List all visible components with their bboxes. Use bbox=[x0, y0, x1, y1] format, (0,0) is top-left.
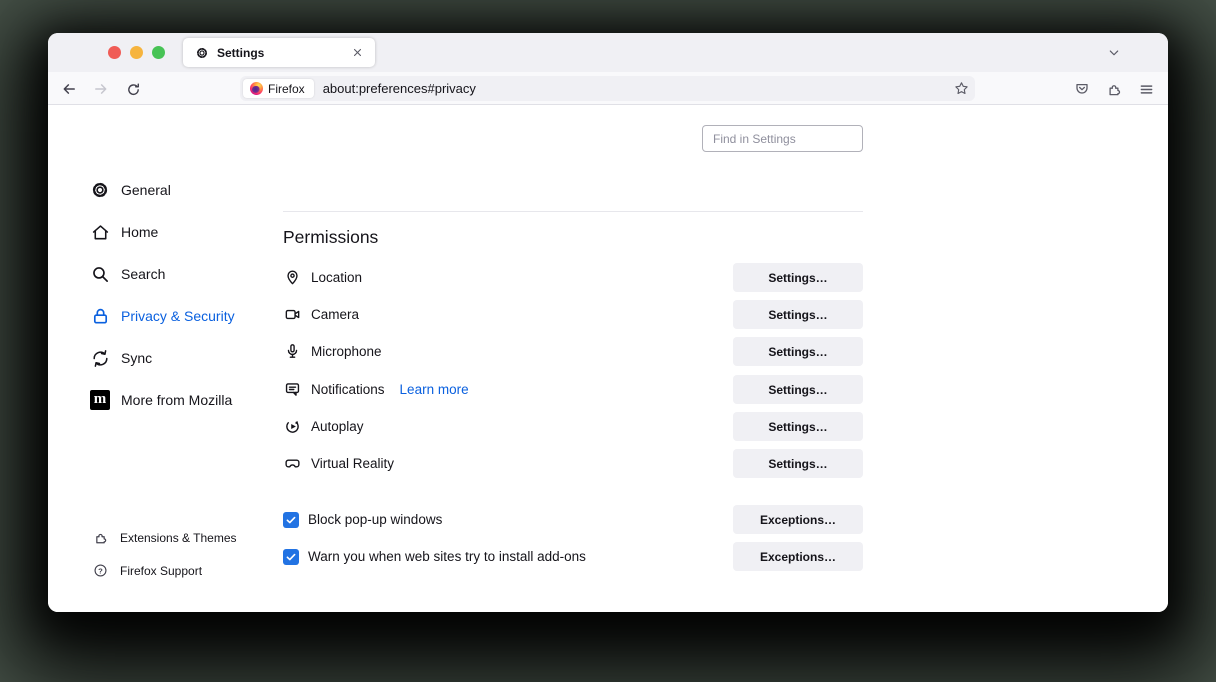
sidebar-item-search[interactable]: Search bbox=[90, 253, 290, 295]
permission-row-notifications: Notifications Learn more Settings… bbox=[283, 375, 863, 404]
sidebar-item-extensions-themes[interactable]: Extensions & Themes bbox=[92, 521, 302, 554]
tab-bar: Settings bbox=[48, 33, 1168, 72]
sidebar-item-label: More from Mozilla bbox=[121, 392, 232, 408]
close-icon[interactable] bbox=[347, 43, 367, 63]
permissions-panel: Permissions Location Settings… bbox=[283, 105, 863, 612]
question-icon: ? bbox=[92, 563, 108, 579]
sidebar-item-privacy-security[interactable]: Privacy & Security bbox=[90, 295, 290, 337]
browser-window: Settings bbox=[48, 33, 1168, 612]
sidebar-item-label: Sync bbox=[121, 350, 152, 366]
search-icon bbox=[90, 264, 110, 284]
camera-settings-button[interactable]: Settings… bbox=[733, 300, 863, 329]
mozilla-icon: m bbox=[90, 390, 110, 410]
window-minimize-button[interactable] bbox=[130, 46, 143, 59]
home-icon bbox=[90, 222, 110, 242]
gear-icon bbox=[195, 46, 209, 60]
permission-row-microphone: Microphone Settings… bbox=[283, 337, 863, 366]
new-tab-button[interactable] bbox=[381, 40, 407, 66]
sidebar-item-firefox-support[interactable]: ? Firefox Support bbox=[92, 554, 302, 587]
popup-exceptions-button[interactable]: Exceptions… bbox=[733, 505, 863, 534]
lock-icon bbox=[90, 306, 110, 326]
permission-label: Autoplay bbox=[311, 419, 364, 434]
permission-row-location: Location Settings… bbox=[283, 263, 863, 292]
location-icon bbox=[283, 269, 301, 287]
microphone-settings-button[interactable]: Settings… bbox=[733, 337, 863, 366]
puzzle-icon bbox=[1106, 81, 1122, 97]
settings-page: General Home bbox=[48, 105, 1168, 612]
location-settings-button[interactable]: Settings… bbox=[733, 263, 863, 292]
forward-arrow-icon bbox=[93, 81, 109, 97]
notifications-settings-button[interactable]: Settings… bbox=[733, 375, 863, 404]
gear-icon bbox=[90, 180, 110, 200]
sidebar-item-label: Home bbox=[121, 224, 158, 240]
section-divider bbox=[283, 211, 863, 212]
sidebar-item-general[interactable]: General bbox=[90, 169, 290, 211]
sidebar-footer-label: Extensions & Themes bbox=[120, 531, 237, 545]
forward-button[interactable] bbox=[87, 75, 115, 103]
sidebar-item-label: Privacy & Security bbox=[121, 308, 235, 324]
permission-label: Location bbox=[311, 270, 362, 285]
microphone-icon bbox=[283, 343, 301, 361]
extensions-button[interactable] bbox=[1100, 75, 1128, 103]
autoplay-icon bbox=[283, 418, 301, 436]
checkbox-label[interactable]: Block pop-up windows bbox=[308, 512, 442, 527]
svg-text:?: ? bbox=[98, 566, 103, 575]
sidebar-item-label: Search bbox=[121, 266, 165, 282]
hamburger-icon bbox=[1139, 82, 1154, 97]
url-text[interactable]: about:preferences#privacy bbox=[323, 81, 949, 96]
sidebar-footer: Extensions & Themes ? Firefox Support bbox=[92, 521, 302, 587]
sync-icon bbox=[90, 348, 110, 368]
sidebar-item-home[interactable]: Home bbox=[90, 211, 290, 253]
window-zoom-button[interactable] bbox=[152, 46, 165, 59]
section-title: Permissions bbox=[283, 227, 378, 248]
desktop-backdrop: Settings bbox=[0, 0, 1216, 682]
addon-warning-row: Warn you when web sites try to install a… bbox=[283, 542, 863, 571]
reload-button[interactable] bbox=[119, 75, 147, 103]
virtual-reality-settings-button[interactable]: Settings… bbox=[733, 449, 863, 478]
chevron-down-icon bbox=[1107, 46, 1121, 60]
permission-row-camera: Camera Settings… bbox=[283, 300, 863, 329]
sidebar-footer-label: Firefox Support bbox=[120, 564, 202, 578]
popup-blocker-row: Block pop-up windows Exceptions… bbox=[283, 505, 863, 534]
block-popups-checkbox[interactable] bbox=[283, 512, 299, 528]
permission-label: Notifications bbox=[311, 382, 385, 397]
autoplay-settings-button[interactable]: Settings… bbox=[733, 412, 863, 441]
app-menu-button[interactable] bbox=[1132, 75, 1160, 103]
sidebar-item-more-from-mozilla[interactable]: m More from Mozilla bbox=[90, 379, 290, 421]
pocket-button[interactable] bbox=[1068, 75, 1096, 103]
vr-headset-icon bbox=[283, 455, 301, 473]
site-identity-chip[interactable]: Firefox bbox=[243, 79, 314, 98]
firefox-icon bbox=[250, 82, 263, 95]
back-arrow-icon bbox=[61, 81, 77, 97]
sidebar-item-sync[interactable]: Sync bbox=[90, 337, 290, 379]
list-all-tabs-button[interactable] bbox=[1101, 40, 1127, 66]
notification-icon bbox=[283, 381, 301, 399]
permission-row-virtual-reality: Virtual Reality Settings… bbox=[283, 449, 863, 478]
star-icon bbox=[954, 81, 969, 96]
bookmark-star-button[interactable] bbox=[949, 77, 973, 101]
permission-label: Microphone bbox=[311, 344, 382, 359]
tab-settings[interactable]: Settings bbox=[183, 38, 375, 67]
reload-icon bbox=[126, 82, 141, 97]
permission-row-autoplay: Autoplay Settings… bbox=[283, 412, 863, 441]
checkmark-icon bbox=[285, 551, 297, 563]
settings-sidebar: General Home bbox=[90, 169, 290, 421]
permission-label: Virtual Reality bbox=[311, 456, 394, 471]
navigation-toolbar: Firefox about:preferences#privacy bbox=[48, 72, 1168, 105]
sidebar-item-label: General bbox=[121, 182, 171, 198]
pocket-icon bbox=[1074, 81, 1090, 97]
permission-label: Camera bbox=[311, 307, 359, 322]
window-close-button[interactable] bbox=[108, 46, 121, 59]
checkmark-icon bbox=[285, 514, 297, 526]
puzzle-icon bbox=[92, 530, 108, 546]
checkbox-label[interactable]: Warn you when web sites try to install a… bbox=[308, 549, 586, 564]
addon-exceptions-button[interactable]: Exceptions… bbox=[733, 542, 863, 571]
learn-more-link[interactable]: Learn more bbox=[400, 382, 469, 397]
warn-addons-checkbox[interactable] bbox=[283, 549, 299, 565]
camera-icon bbox=[283, 306, 301, 324]
url-bar[interactable]: Firefox about:preferences#privacy bbox=[240, 76, 975, 101]
tab-title: Settings bbox=[217, 46, 347, 60]
site-chip-label: Firefox bbox=[268, 82, 305, 96]
back-button[interactable] bbox=[55, 75, 83, 103]
